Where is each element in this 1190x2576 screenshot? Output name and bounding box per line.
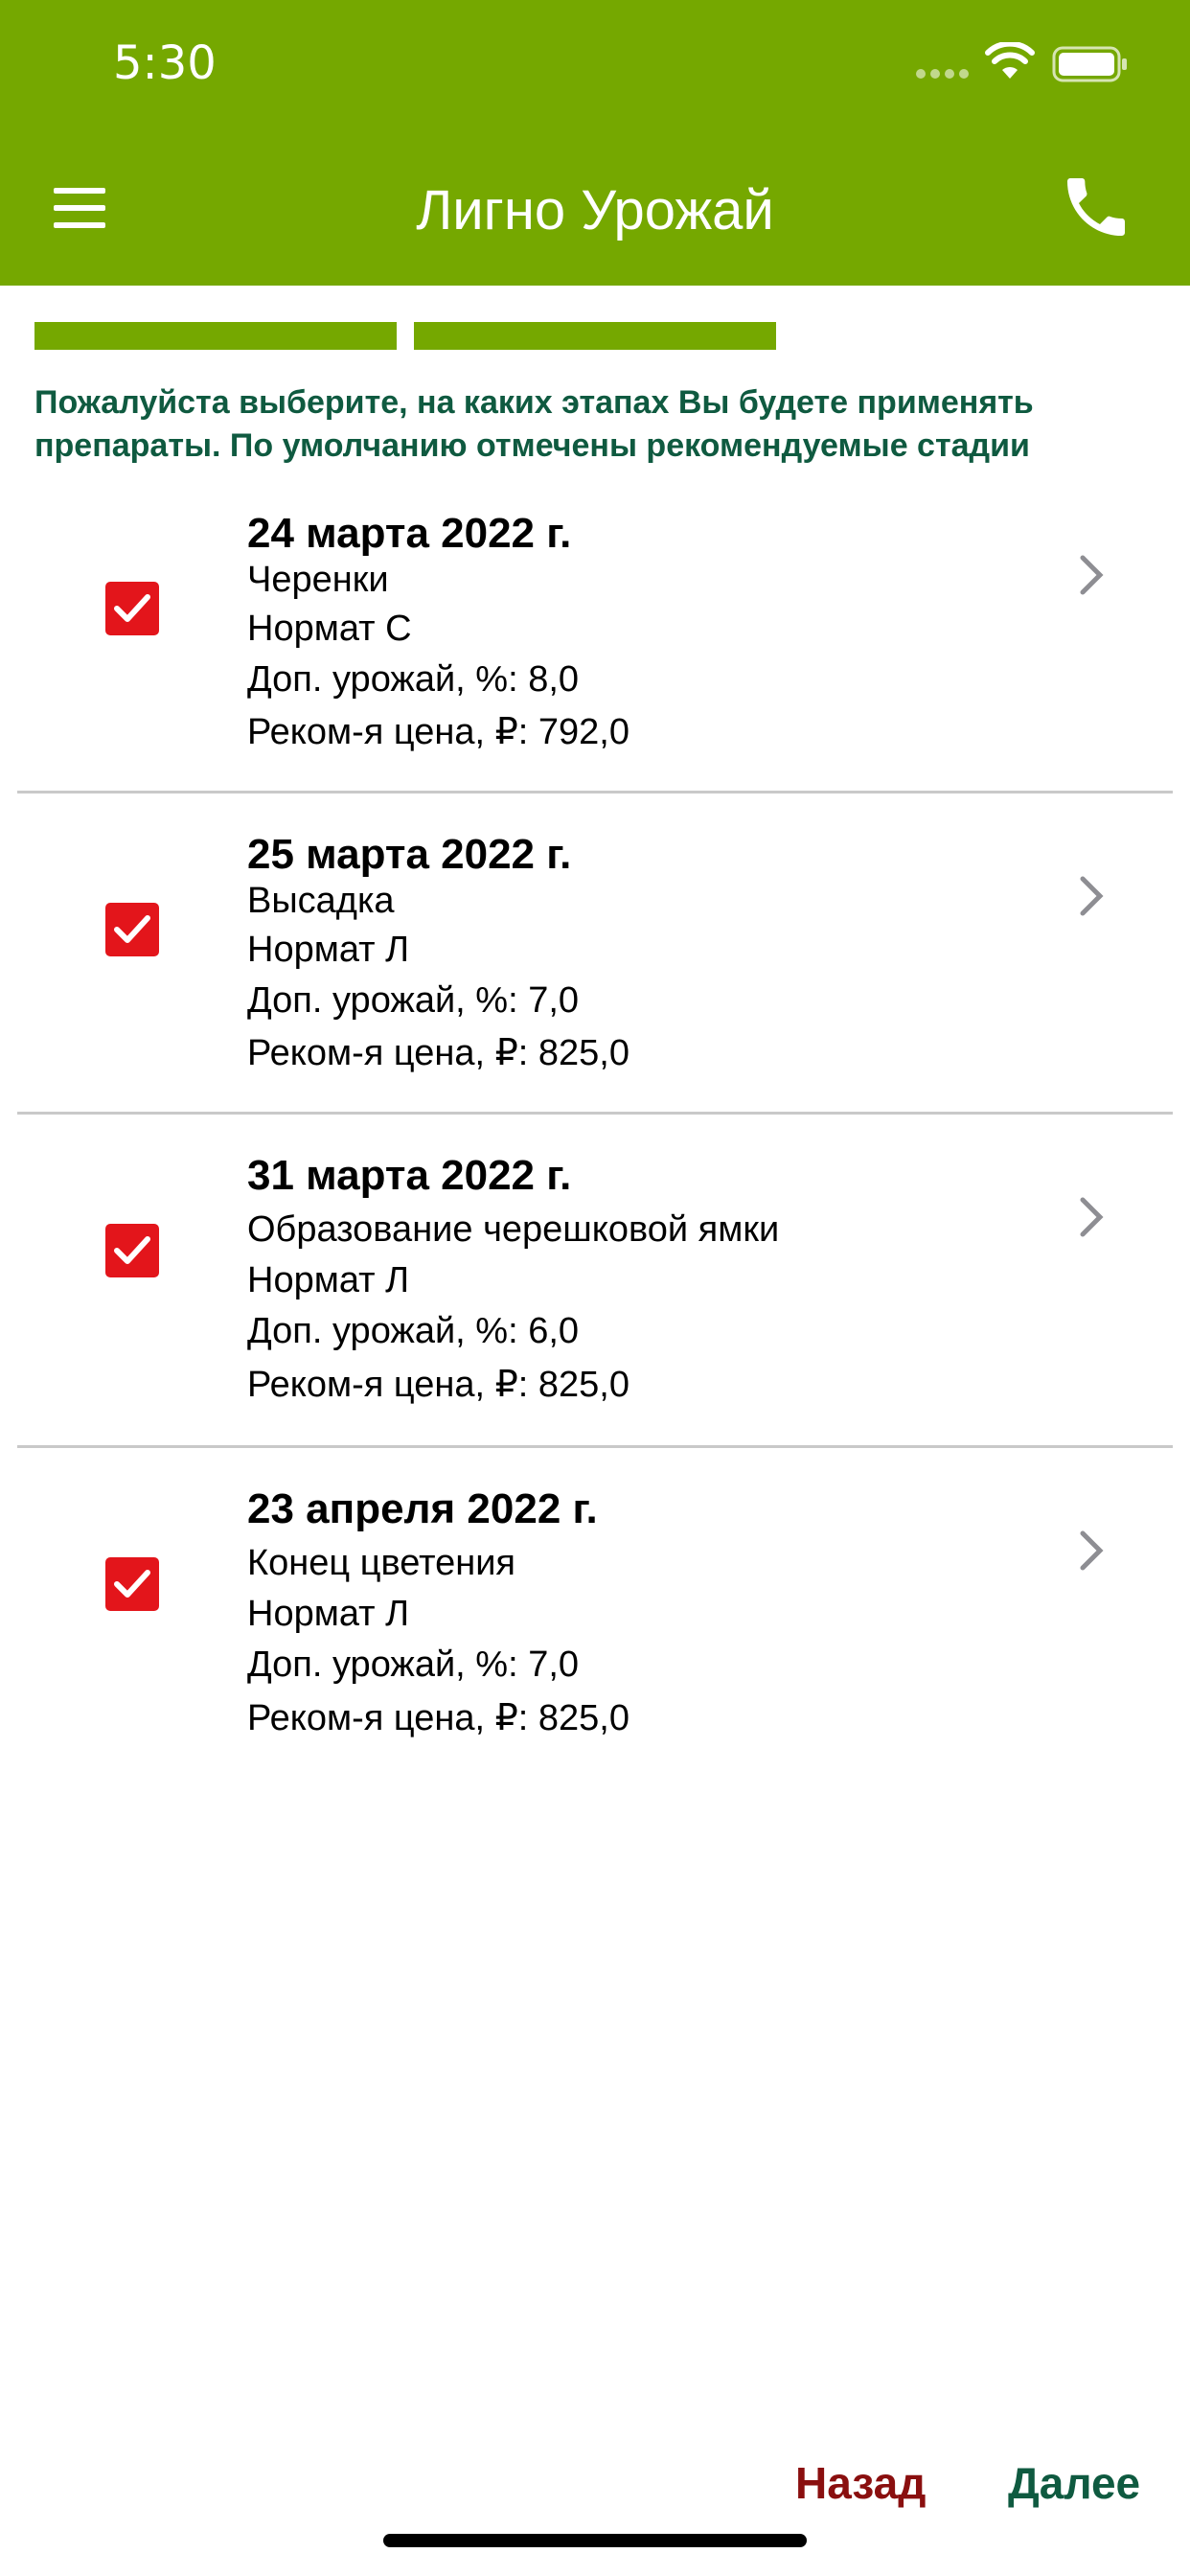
checkbox[interactable] xyxy=(105,1557,159,1611)
app-header: 5:30 Лигно Урожай xyxy=(0,0,1190,286)
page-title: Лигно Урожай xyxy=(416,179,774,242)
list-item[interactable]: 31 марта 2022 г. Образование черешковой … xyxy=(0,1140,1190,1461)
status-time: 5:30 xyxy=(113,36,217,90)
item-date: 31 марта 2022 г. xyxy=(247,1152,572,1199)
next-button[interactable]: Далее xyxy=(1008,2457,1140,2509)
item-product: Нормат Л xyxy=(247,1260,410,1300)
item-product: Нормат С xyxy=(247,609,412,649)
item-stage: Образование черешковой ямки xyxy=(247,1209,780,1250)
divider xyxy=(17,1112,1173,1115)
item-product: Нормат Л xyxy=(247,930,410,970)
checkmark-icon xyxy=(114,1570,150,1598)
checkmark-icon xyxy=(114,1236,150,1264)
checkbox[interactable] xyxy=(105,1224,159,1277)
battery-icon xyxy=(1052,46,1127,82)
item-yield: Доп. урожай, %: 7,0 xyxy=(247,980,580,1021)
item-price: Реком-я цена, ₽: 825,0 xyxy=(247,1365,629,1405)
item-date: 25 марта 2022 г. xyxy=(247,831,572,878)
checkmark-icon xyxy=(114,594,150,622)
instructions-text: Пожалуйста выберите, на каких этапах Вы … xyxy=(34,384,1034,464)
list-item[interactable]: 24 марта 2022 г. Черенки Нормат С Доп. у… xyxy=(0,498,1190,819)
checkmark-icon xyxy=(114,915,150,943)
chevron-right-icon xyxy=(1080,555,1104,595)
home-indicator xyxy=(383,2534,807,2547)
wifi-icon xyxy=(985,42,1035,79)
list-item[interactable]: 23 апреля 2022 г. Конец цветения Нормат … xyxy=(0,1474,1190,1795)
checkbox[interactable] xyxy=(105,903,159,956)
item-price: Реком-я цена, ₽: 825,0 xyxy=(247,1698,629,1738)
item-date: 23 апреля 2022 г. xyxy=(247,1485,598,1532)
divider xyxy=(17,791,1173,794)
item-stage: Конец цветения xyxy=(247,1543,516,1583)
item-price: Реком-я цена, ₽: 792,0 xyxy=(247,712,629,752)
progress-step-1 xyxy=(34,322,397,350)
item-stage: Высадка xyxy=(247,881,395,921)
phone-icon[interactable] xyxy=(1058,169,1134,245)
item-yield: Доп. урожай, %: 6,0 xyxy=(247,1311,580,1351)
back-button[interactable]: Назад xyxy=(795,2457,926,2509)
item-yield: Доп. урожай, %: 8,0 xyxy=(247,659,580,700)
list-item[interactable]: 25 марта 2022 г. Высадка Нормат Л Доп. у… xyxy=(0,819,1190,1140)
chevron-right-icon xyxy=(1080,1197,1104,1237)
checkbox[interactable] xyxy=(105,582,159,635)
item-yield: Доп. урожай, %: 7,0 xyxy=(247,1644,580,1685)
chevron-right-icon xyxy=(1080,876,1104,916)
progress-step-2 xyxy=(414,322,776,350)
item-product: Нормат Л xyxy=(247,1594,410,1634)
item-date: 24 марта 2022 г. xyxy=(247,510,572,557)
chevron-right-icon xyxy=(1080,1530,1104,1571)
item-price: Реком-я цена, ₽: 825,0 xyxy=(247,1033,629,1073)
cellular-signal-icon xyxy=(916,69,970,80)
item-stage: Черенки xyxy=(247,560,389,600)
divider xyxy=(17,1445,1173,1448)
